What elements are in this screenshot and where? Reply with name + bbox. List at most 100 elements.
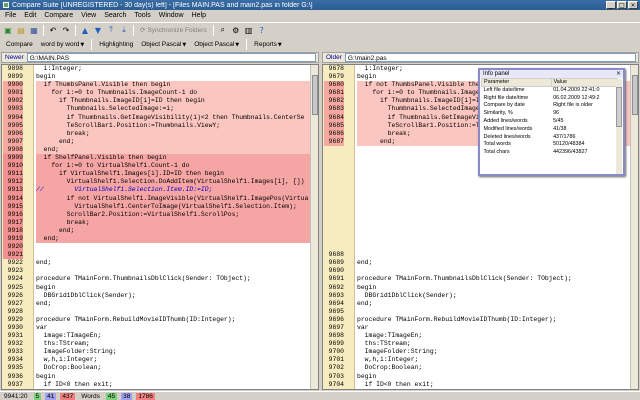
code-line[interactable]: 9903 Thumbnails.SelectedImage:=i; (2, 105, 310, 114)
scrollbar-thumb[interactable] (312, 75, 318, 115)
code-line[interactable]: 9925 begin (2, 284, 310, 292)
right-language-dropdown[interactable]: Object Pascal▼ (191, 41, 242, 48)
code-line[interactable]: 9703 begin (323, 373, 630, 381)
code-line[interactable]: 9911 if VirtualShelf1.Images[i].ID=ID th… (2, 170, 310, 179)
menu-tools[interactable]: Tools (130, 12, 154, 19)
menu-edit[interactable]: Edit (20, 12, 40, 19)
minimize-button[interactable]: _ (606, 1, 616, 9)
last-diff-icon[interactable]: ⤓ (118, 24, 130, 36)
close-icon[interactable]: × (615, 70, 622, 77)
code-line[interactable]: 9935 DoCrop:Boolean; (2, 364, 310, 372)
info-panel-scrollbar[interactable] (616, 79, 622, 174)
code-line[interactable]: 9690 (323, 267, 630, 275)
menu-file[interactable]: File (1, 12, 20, 19)
code-line[interactable]: 9692 begin (323, 284, 630, 292)
code-line[interactable]: 9921 (2, 251, 310, 260)
code-line[interactable]: 9694 end; (323, 300, 630, 308)
code-line[interactable]: 9928 (2, 308, 310, 316)
report-icon[interactable]: ▥ (243, 24, 255, 36)
code-line[interactable]: 9919 end; (2, 234, 310, 244)
code-line[interactable]: 9898 i:Integer; (2, 65, 310, 73)
undo-icon[interactable]: ↶ (47, 24, 59, 36)
options-icon[interactable]: ⚙ (230, 24, 242, 36)
maximize-button[interactable]: □ (617, 1, 627, 9)
new-compare-icon[interactable]: ▣ (2, 24, 14, 36)
code-line[interactable]: 9920 (2, 243, 310, 252)
code-line[interactable]: 9932 ths:TStream; (2, 340, 310, 348)
code-line[interactable]: 9910 for i:=0 to VirtualShelf1.Count-1 d… (2, 162, 310, 171)
synchronize-folders-button[interactable]: ⟳ Synchronize Folders (137, 26, 210, 34)
code-line[interactable]: 9904 if Thumbnails.GetImageVisibility(i)… (2, 113, 310, 122)
code-line[interactable]: 9924 procedure TMainForm.ThumbnailsDblCli… (2, 275, 310, 283)
menu-search[interactable]: Search (100, 12, 130, 19)
right-vertical-scrollbar[interactable] (630, 65, 638, 389)
code-line[interactable]: 9699 ths:TStream; (323, 340, 630, 348)
code-line[interactable]: 9698 image:TImageEn; (323, 332, 630, 340)
right-path-field[interactable]: G:\main2.pas (344, 53, 636, 62)
left-code-area[interactable]: 9898 i:Integer; 9899 begin 9900 if ThumbsPa… (2, 65, 310, 389)
code-line[interactable]: 9915 VirtualShelf1.CenterToImage(Virtual… (2, 202, 310, 211)
close-button[interactable]: × (628, 1, 638, 9)
menu-view[interactable]: View (77, 12, 100, 19)
redo-icon[interactable]: ↷ (60, 24, 72, 36)
scrollbar-thumb[interactable] (632, 75, 638, 115)
code-line[interactable]: 9914 if not VirtualShelf1.ImageVisible(V… (2, 194, 310, 203)
help-icon[interactable]: ? (256, 24, 268, 36)
code-line[interactable]: 9926 DBGrid1DblClick(Sender); (2, 292, 310, 300)
code-line[interactable]: 9901 for i:=0 to Thumbnails.ImageCount-1… (2, 89, 310, 98)
open-icon[interactable]: ▤ (15, 24, 27, 36)
code-line[interactable]: 9688 (323, 251, 630, 259)
code-line[interactable]: 9908 end; (2, 145, 310, 155)
code-line[interactable]: 9697 var (323, 324, 630, 332)
left-vertical-scrollbar[interactable] (310, 65, 318, 389)
left-code-panel[interactable]: 9898 i:Integer; 9899 begin 9900 if ThumbsPa… (1, 64, 319, 390)
code-line[interactable]: 9930 var (2, 324, 310, 332)
code-line[interactable] (323, 243, 630, 251)
code-line[interactable]: 9702 DoCrop:Boolean; (323, 364, 630, 372)
left-path-field[interactable]: G:\MAIN.PAS (26, 53, 316, 62)
next-diff-icon[interactable]: ▼ (92, 24, 104, 36)
code-line[interactable]: 9918 end; (2, 226, 310, 235)
code-line[interactable]: 9691 procedure TMainForm.ThumbnailsDblCli… (323, 275, 630, 283)
info-panel-title-bar[interactable]: Info panel × (480, 70, 623, 78)
code-line[interactable]: 9906 break; (2, 129, 310, 138)
code-line[interactable]: 9704 if ID<0 then exit; (323, 381, 630, 389)
code-line[interactable] (323, 186, 630, 194)
reports-dropdown[interactable]: Reports▼ (251, 41, 285, 48)
find-icon[interactable]: ⌕ (217, 24, 229, 36)
code-line[interactable]: 9934 w,h,i:Integer; (2, 356, 310, 364)
left-language-dropdown[interactable]: Object Pascal▼ (138, 41, 189, 48)
code-line[interactable]: 9931 image:TImageEn; (2, 332, 310, 340)
scrollbar-thumb[interactable] (616, 87, 622, 127)
code-line[interactable]: 9696 procedure TMainForm.RebuildMovieIDTh… (323, 316, 630, 324)
info-header-parameter[interactable]: Parameter (481, 78, 552, 87)
save-icon[interactable]: ▦ (28, 24, 40, 36)
code-line[interactable]: 9907 end; (2, 137, 310, 146)
code-line[interactable]: 9689 end; (323, 259, 630, 267)
code-line[interactable] (323, 203, 630, 211)
code-line[interactable] (323, 195, 630, 203)
code-line[interactable]: 9916 ScrollBar2.Position:=VirtualShelf1.… (2, 210, 310, 219)
code-line[interactable]: 9929 procedure TMainForm.RebuildMovieIDTh… (2, 316, 310, 324)
code-line[interactable]: 9700 ImageFolder:String; (323, 348, 630, 356)
code-line[interactable] (323, 227, 630, 235)
code-line[interactable]: 9936 begin (2, 373, 310, 381)
code-line[interactable]: 9701 w,h,i:Integer; (323, 356, 630, 364)
code-line[interactable]: 9922 end; (2, 259, 310, 267)
menu-compare[interactable]: Compare (40, 12, 77, 19)
code-line[interactable]: 9923 (2, 267, 310, 275)
code-line[interactable]: 9902 if Thumbnails.ImageID[i]=ID then be… (2, 97, 310, 106)
code-line[interactable]: 9899 begin (2, 73, 310, 81)
code-line[interactable] (323, 235, 630, 243)
code-line[interactable]: 9917 break; (2, 218, 310, 227)
code-line[interactable] (323, 219, 630, 227)
code-line[interactable]: 9695 (323, 308, 630, 316)
compare-mode-dropdown[interactable]: word by word▼ (38, 41, 88, 48)
code-line[interactable]: 9927 end; (2, 300, 310, 308)
code-line[interactable]: 9905 TeScrollBar1.Position:=Thumbnails.V… (2, 121, 310, 130)
code-line[interactable]: 9913 // VirtualShelf1.Selection.Item.ID:=… (2, 186, 310, 195)
code-line[interactable]: 9900 if ThumbsPanel.Visible then begin (2, 81, 310, 90)
code-line[interactable] (323, 211, 630, 219)
code-line[interactable]: 9909 if ShelfPanel.Visible then begin (2, 154, 310, 163)
code-line[interactable]: 9912 VirtualShelf1.Selection.DoAddItem(V… (2, 178, 310, 187)
